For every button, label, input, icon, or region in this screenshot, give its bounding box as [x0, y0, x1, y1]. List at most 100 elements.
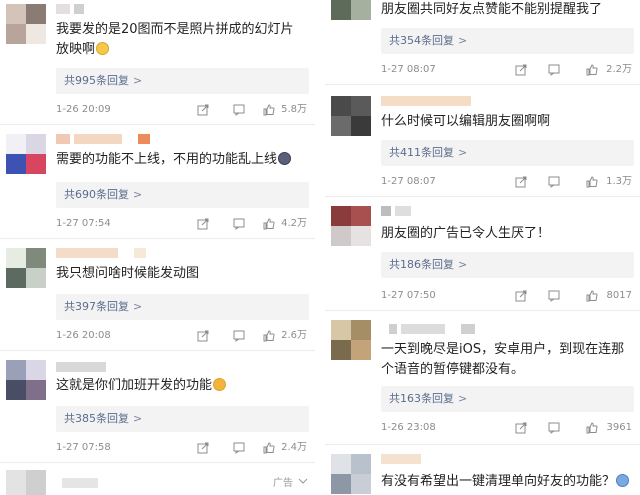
thumbs-up-icon[interactable]: [263, 442, 275, 454]
avatar[interactable]: [6, 470, 46, 495]
divider: [325, 310, 640, 311]
comment-text: 朋友圈的广告已令人生厌了！: [381, 226, 551, 241]
comment-text: 什么时候可以编辑朋友圈啊啊: [381, 114, 551, 129]
comment-text: 这就是你们加班开发的功能: [56, 376, 305, 396]
thumbs-up-icon[interactable]: [263, 330, 275, 342]
username-blurred[interactable]: [62, 478, 122, 488]
face-emoji-icon: [616, 474, 630, 487]
chevron-right-icon: >: [458, 392, 468, 405]
replies-link[interactable]: 共690条回复 >: [56, 182, 309, 208]
comment-meta: 1-27 08:07 2.2万: [381, 62, 632, 78]
like-count: 5.8万: [281, 104, 307, 115]
comment-time: 1-26 23:08: [381, 422, 436, 433]
comment-icon[interactable]: [548, 64, 560, 76]
replies-link[interactable]: 共163条回复 >: [381, 386, 634, 412]
comment-time: 1-27 08:07: [381, 64, 436, 75]
divider: [0, 350, 315, 351]
avatar[interactable]: [6, 4, 46, 44]
comment-text: 我要发的是20图而不是照片拼成的幻灯片放映啊: [56, 22, 294, 57]
comment-meta: 1-26 20:09 5.8万: [56, 102, 307, 118]
comment-icon[interactable]: [233, 330, 245, 342]
replies-link[interactable]: 共995条回复 >: [56, 68, 309, 94]
username-blurred[interactable]: [381, 206, 441, 216]
chevron-right-icon: >: [133, 188, 143, 201]
chevron-right-icon: >: [458, 146, 468, 159]
left-comment-column: 我要发的是20图而不是照片拼成的幻灯片放映啊 共995条回复 > 1-26 20:…: [0, 0, 315, 495]
laugh-emoji-icon: [213, 378, 227, 391]
comment-time: 1-27 07:50: [381, 290, 436, 301]
comment-icon[interactable]: [233, 218, 245, 230]
avatar[interactable]: [331, 96, 371, 136]
thumbs-up-icon[interactable]: [263, 218, 275, 230]
comment-icon[interactable]: [233, 104, 245, 116]
share-icon[interactable]: [515, 422, 527, 434]
thumbs-up-icon[interactable]: [586, 290, 598, 302]
thumbs-up-icon[interactable]: [586, 176, 598, 188]
divider: [0, 238, 315, 239]
replies-link[interactable]: 共354条回复 >: [381, 28, 634, 54]
share-icon[interactable]: [515, 290, 527, 302]
comment-text: 我只想问啥时候能发动图: [56, 266, 200, 281]
divider: [0, 124, 315, 125]
username-blurred[interactable]: [381, 324, 501, 334]
comment-text: 一天到晚尽是iOS，安卓用户，到现在连那个语音的暂停键都没有。: [381, 342, 625, 377]
username-blurred[interactable]: [381, 96, 491, 106]
share-icon[interactable]: [515, 176, 527, 188]
right-comment-column: 朋友圈共同好友点赞能不能别提醒我了 共354条回复 > 1-27 08:07 2.…: [325, 0, 640, 495]
avatar[interactable]: [331, 320, 371, 360]
thumbs-up-icon[interactable]: [586, 422, 598, 434]
comment-icon[interactable]: [548, 176, 560, 188]
thumbs-up-icon[interactable]: [263, 104, 275, 116]
avatar[interactable]: [6, 248, 46, 288]
avatar[interactable]: [6, 134, 46, 174]
replies-link[interactable]: 共397条回复 >: [56, 294, 309, 320]
avatar[interactable]: [331, 454, 371, 494]
comment-text: 朋友圈共同好友点赞能不能别提醒我了: [381, 2, 603, 17]
ad-label: 广告: [273, 478, 293, 489]
username-blurred[interactable]: [56, 134, 156, 144]
comment-icon[interactable]: [548, 290, 560, 302]
chevron-right-icon: >: [458, 34, 468, 47]
comment-icon[interactable]: [233, 442, 245, 454]
username-blurred[interactable]: [56, 4, 116, 14]
like-count: 4.2万: [281, 218, 307, 229]
replies-link[interactable]: 共385条回复 >: [56, 406, 309, 432]
share-icon[interactable]: [515, 64, 527, 76]
comment-meta: 1-26 23:08 3961: [381, 420, 632, 436]
replies-link[interactable]: 共411条回复 >: [381, 140, 634, 166]
like-count: 3961: [606, 422, 632, 433]
avatar[interactable]: [331, 206, 371, 246]
comment-meta: 1-27 07:58 2.4万: [56, 440, 307, 456]
username-blurred[interactable]: [56, 362, 116, 372]
username-blurred[interactable]: [381, 454, 481, 464]
share-icon[interactable]: [197, 442, 209, 454]
comment-meta: 1-27 08:07 1.3万: [381, 174, 632, 190]
like-count: 8017: [606, 290, 632, 301]
username-blurred[interactable]: [56, 248, 156, 258]
like-count: 2.6万: [281, 330, 307, 341]
thumbs-up-icon[interactable]: [586, 64, 598, 76]
comment-time: 1-27 07:54: [56, 218, 111, 229]
replies-link[interactable]: 共186条回复 >: [381, 252, 634, 278]
share-icon[interactable]: [197, 104, 209, 116]
like-count: 2.2万: [606, 64, 632, 75]
like-count: 1.3万: [606, 176, 632, 187]
chevron-right-icon: >: [133, 74, 143, 87]
chevron-right-icon: >: [458, 258, 468, 271]
divider: [325, 196, 640, 197]
comment-time: 1-27 08:07: [381, 176, 436, 187]
divider: [0, 462, 315, 463]
avatar[interactable]: [331, 0, 371, 20]
share-icon[interactable]: [197, 330, 209, 342]
avatar[interactable]: [6, 360, 46, 400]
comment-meta: 1-27 07:54 4.2万: [56, 216, 307, 232]
divider: [325, 84, 640, 85]
comment-text: 需要的功能不上线，不用的功能乱上线: [56, 150, 305, 170]
comment-icon[interactable]: [548, 422, 560, 434]
comment-time: 1-26 20:08: [56, 330, 111, 341]
chevron-right-icon: >: [133, 300, 143, 313]
comment-time: 1-26 20:09: [56, 104, 111, 115]
share-icon[interactable]: [197, 218, 209, 230]
chevron-down-icon[interactable]: [298, 476, 308, 486]
smile-emoji-icon: [96, 42, 110, 55]
